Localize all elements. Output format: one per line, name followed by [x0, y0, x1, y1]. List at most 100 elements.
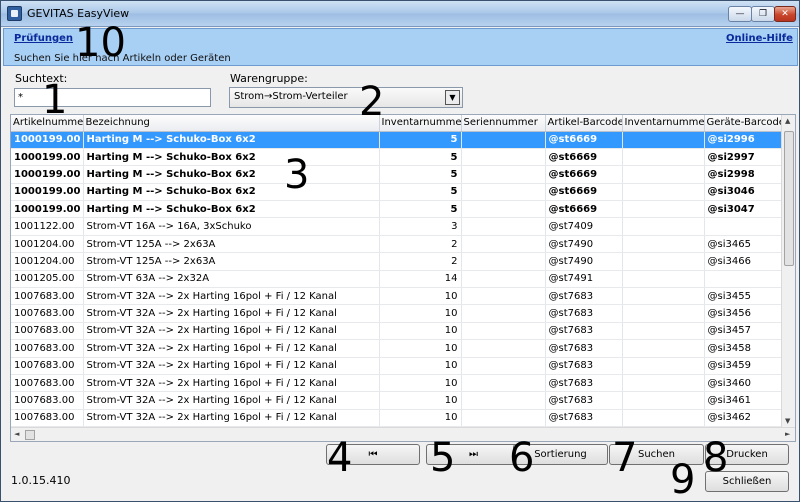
table-cell: @st7683: [545, 304, 623, 323]
column-header[interactable]: Geräte-Barcode: [704, 115, 784, 132]
table-cell: @st7683: [545, 339, 623, 358]
table-cell: @st6669: [545, 148, 623, 167]
table-cell: 3: [379, 217, 462, 236]
annotation-10: 10: [75, 20, 126, 66]
horizontal-scroll-thumb[interactable]: [25, 430, 35, 440]
table-cell: Harting M --> Schuko-Box 6x2: [83, 131, 380, 149]
scroll-right-icon[interactable]: ►: [785, 430, 790, 438]
table-cell: [622, 374, 705, 393]
table-row[interactable]: 1007683.00 Strom-VT 32A --> 2x Harting 16…: [11, 322, 784, 341]
table-cell: Strom-VT 63A --> 2x32A: [83, 270, 380, 289]
table-cell: @st7490: [545, 252, 623, 271]
table-cell: @si3455: [704, 287, 784, 306]
table-cell: Strom-VT 125A --> 2x63A: [83, 252, 380, 271]
group-select[interactable]: Strom→Strom-Verteiler ▼: [229, 87, 463, 108]
scroll-down-icon[interactable]: ▼: [785, 417, 790, 425]
results-grid[interactable]: Artikelnummer Bezeichnung Inventarnummer Se…: [10, 114, 796, 442]
table-row[interactable]: 1007683.00 Strom-VT 32A --> 2x Harting 16…: [11, 304, 784, 323]
table-row[interactable]: 1007683.00 Strom-VT 32A --> 2x Harting 16…: [11, 409, 784, 428]
table-cell: [461, 357, 546, 375]
table-cell: Strom-VT 32A --> 2x Harting 16pol + Fi /…: [83, 304, 380, 323]
minimize-button[interactable]: —: [728, 6, 752, 22]
table-cell: 10: [379, 391, 462, 410]
annotation-4: 4: [327, 435, 353, 481]
table-row[interactable]: 1001204.00 Strom-VT 125A --> 2x63A 2 @st749…: [11, 235, 784, 254]
group-select-value: Strom→Strom-Verteiler: [234, 91, 348, 102]
column-header[interactable]: Bezeichnung: [83, 115, 380, 132]
table-cell: @si2998: [704, 165, 784, 184]
app-icon: [7, 6, 22, 21]
table-body: 1000199.00 Harting M --> Schuko-Box 6x2 5 @…: [11, 131, 784, 428]
table-cell: @si3047: [704, 200, 784, 219]
table-row[interactable]: 1000199.00 Harting M --> Schuko-Box 6x2 5 @…: [11, 200, 784, 219]
table-row[interactable]: 1007683.00 Strom-VT 32A --> 2x Harting 16…: [11, 374, 784, 393]
table-cell: 5: [379, 131, 462, 149]
column-header[interactable]: Inventarnummer: [622, 115, 705, 132]
chevron-down-icon[interactable]: ▼: [445, 90, 460, 105]
column-header[interactable]: Artikel-Barcode: [545, 115, 623, 132]
horizontal-scrollbar[interactable]: ◄ ►: [11, 427, 795, 441]
table-row[interactable]: 1001122.00 Strom-VT 16A --> 16A, 3xSchuko…: [11, 217, 784, 236]
vertical-scrollbar[interactable]: ▲ ▼: [781, 115, 795, 429]
table-row[interactable]: 1007683.00 Strom-VT 32A --> 2x Harting 16…: [11, 391, 784, 410]
table-cell: Strom-VT 32A --> 2x Harting 16pol + Fi /…: [83, 409, 380, 428]
annotation-9: 9: [670, 457, 696, 502]
column-header[interactable]: Inventarnummer: [379, 115, 462, 132]
table-cell: 1007683.00: [11, 391, 84, 410]
table-cell: @st6669: [545, 200, 623, 219]
table-cell: [461, 322, 546, 341]
table-cell: [461, 235, 546, 254]
table-cell: 10: [379, 357, 462, 375]
table-cell: Harting M --> Schuko-Box 6x2: [83, 183, 380, 202]
table-cell: @st7491: [545, 270, 623, 289]
table-cell: Strom-VT 32A --> 2x Harting 16pol + Fi /…: [83, 287, 380, 306]
annotation-3: 3: [284, 152, 310, 198]
table-cell: [461, 270, 546, 289]
scroll-up-icon[interactable]: ▲: [785, 117, 790, 125]
table-cell: @st7683: [545, 409, 623, 428]
table-row[interactable]: 1001205.00 Strom-VT 63A --> 2x32A 14 @st749…: [11, 270, 784, 289]
table-cell: [622, 339, 705, 358]
table-cell: 1000199.00: [11, 165, 84, 184]
table-cell: 5: [379, 148, 462, 167]
table-cell: Strom-VT 32A --> 2x Harting 16pol + Fi /…: [83, 391, 380, 410]
scroll-left-icon[interactable]: ◄: [14, 430, 19, 438]
close-window-button[interactable]: ✕: [774, 6, 796, 22]
annotation-6: 6: [509, 435, 535, 481]
online-help-link[interactable]: Online-Hilfe: [726, 33, 793, 44]
table-cell: @si3466: [704, 252, 784, 271]
table-cell: @si2997: [704, 148, 784, 167]
table-row[interactable]: 1007683.00 Strom-VT 32A --> 2x Harting 16…: [11, 287, 784, 306]
annotation-8: 8: [703, 435, 729, 481]
pruefungen-link[interactable]: Prüfungen: [14, 33, 73, 44]
table-cell: [461, 165, 546, 184]
column-header[interactable]: Seriennummer: [461, 115, 546, 132]
table-cell: 5: [379, 200, 462, 219]
version-label: 1.0.15.410: [11, 474, 71, 487]
table-cell: @si3462: [704, 409, 784, 428]
table-cell: 1007683.00: [11, 287, 84, 306]
annotation-1: 1: [42, 77, 68, 123]
table-cell: 1001204.00: [11, 252, 84, 271]
table-cell: [461, 287, 546, 306]
table-row[interactable]: 1000199.00 Harting M --> Schuko-Box 6x2 5 @…: [11, 165, 784, 184]
table-cell: @si3458: [704, 339, 784, 358]
vertical-scroll-thumb[interactable]: [784, 131, 794, 266]
table-row[interactable]: 1001204.00 Strom-VT 125A --> 2x63A 2 @st749…: [11, 252, 784, 271]
table-cell: [622, 200, 705, 219]
table-cell: [622, 165, 705, 184]
table-row[interactable]: 1000199.00 Harting M --> Schuko-Box 6x2 5 @…: [11, 131, 784, 149]
annotation-2: 2: [359, 79, 385, 125]
app-window: GEVITAS EasyView — ❐ ✕ Prüfungen Online-…: [0, 0, 800, 502]
table-cell: 1001204.00: [11, 235, 84, 254]
table-cell: [461, 374, 546, 393]
table-cell: [622, 131, 705, 149]
table-cell: 10: [379, 409, 462, 428]
table-row[interactable]: 1007683.00 Strom-VT 32A --> 2x Harting 16…: [11, 357, 784, 375]
table-row[interactable]: 1000199.00 Harting M --> Schuko-Box 6x2 5 @…: [11, 183, 784, 202]
table-row[interactable]: 1000199.00 Harting M --> Schuko-Box 6x2 5 @…: [11, 148, 784, 167]
maximize-button[interactable]: ❐: [751, 6, 775, 22]
table-cell: 1000199.00: [11, 200, 84, 219]
table-cell: [622, 235, 705, 254]
table-row[interactable]: 1007683.00 Strom-VT 32A --> 2x Harting 16…: [11, 339, 784, 358]
